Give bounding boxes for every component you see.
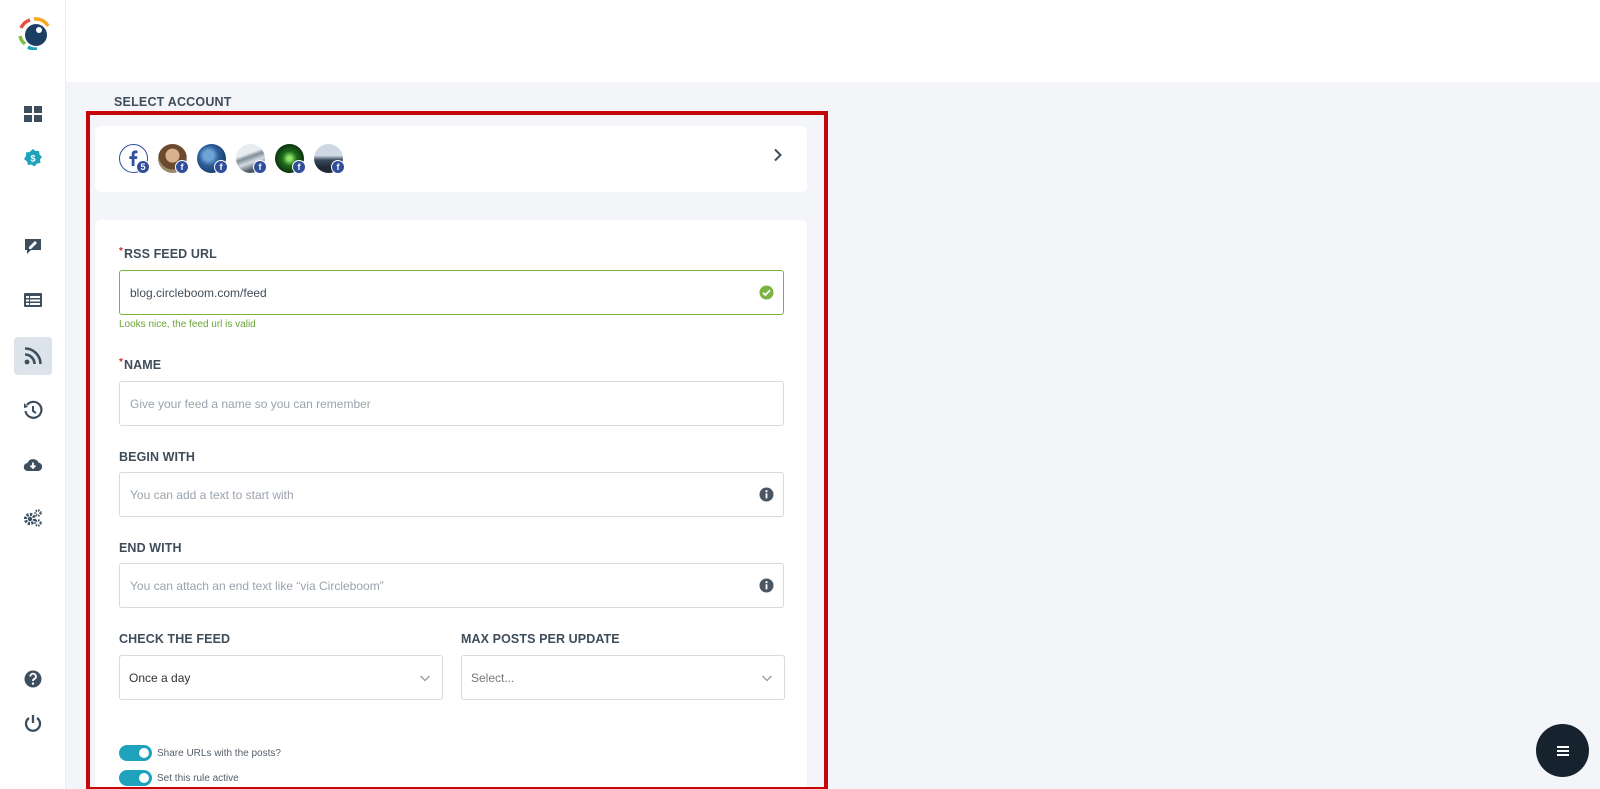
sidebar-item-history[interactable]: [14, 391, 52, 429]
menu-icon: [1556, 745, 1569, 756]
list-icon: [24, 293, 42, 307]
circleboom-logo[interactable]: [17, 16, 51, 50]
top-bar: [66, 0, 1600, 82]
sidebar-item-pricing[interactable]: $: [14, 139, 52, 177]
sidebar-item-create-post[interactable]: [14, 227, 52, 265]
rss-icon: [24, 347, 42, 365]
sidebar-item-download[interactable]: [14, 446, 52, 484]
sidebar-item-logout[interactable]: [14, 704, 52, 742]
sidebar-item-rss[interactable]: [14, 337, 52, 375]
floating-menu-button[interactable]: [1536, 724, 1589, 777]
history-icon: [24, 400, 43, 419]
dollar-badge-icon: $: [24, 149, 42, 167]
cloud-download-icon: [23, 459, 43, 472]
edit-icon: [25, 239, 41, 254]
gears-icon: [23, 509, 42, 527]
sidebar-item-dashboard[interactable]: [14, 95, 52, 133]
grid-icon: [24, 106, 42, 122]
help-icon: [24, 670, 42, 688]
select-account-label: SELECT ACCOUNT: [114, 95, 232, 109]
svg-text:$: $: [30, 154, 35, 164]
highlight-box: [86, 111, 828, 789]
power-icon: [24, 715, 42, 732]
sidebar-item-help[interactable]: [14, 660, 52, 698]
sidebar-item-queue[interactable]: [14, 281, 52, 319]
sidebar: $: [0, 0, 66, 789]
sidebar-item-settings[interactable]: [14, 499, 52, 537]
